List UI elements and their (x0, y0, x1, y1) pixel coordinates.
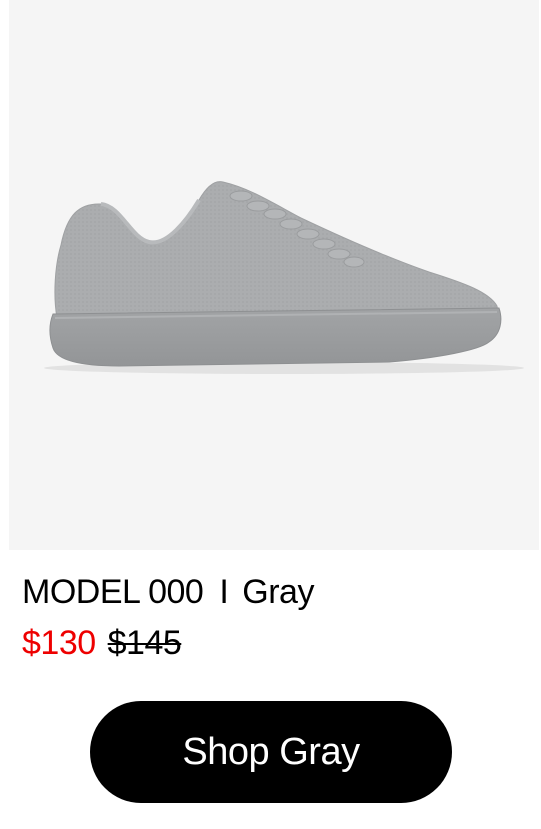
product-image[interactable] (9, 0, 539, 550)
original-price: $145 (107, 624, 182, 662)
gray-sneaker-image (44, 181, 524, 374)
sale-price: $130 (22, 624, 96, 662)
product-title[interactable]: MODEL 000 I Gray (22, 570, 314, 614)
title-separator: I (219, 573, 229, 611)
price-row: $130 $145 (22, 621, 182, 665)
shop-gray-button[interactable]: Shop Gray (90, 701, 452, 803)
product-model: MODEL 000 (22, 573, 204, 611)
product-color-name: Gray (242, 573, 314, 611)
